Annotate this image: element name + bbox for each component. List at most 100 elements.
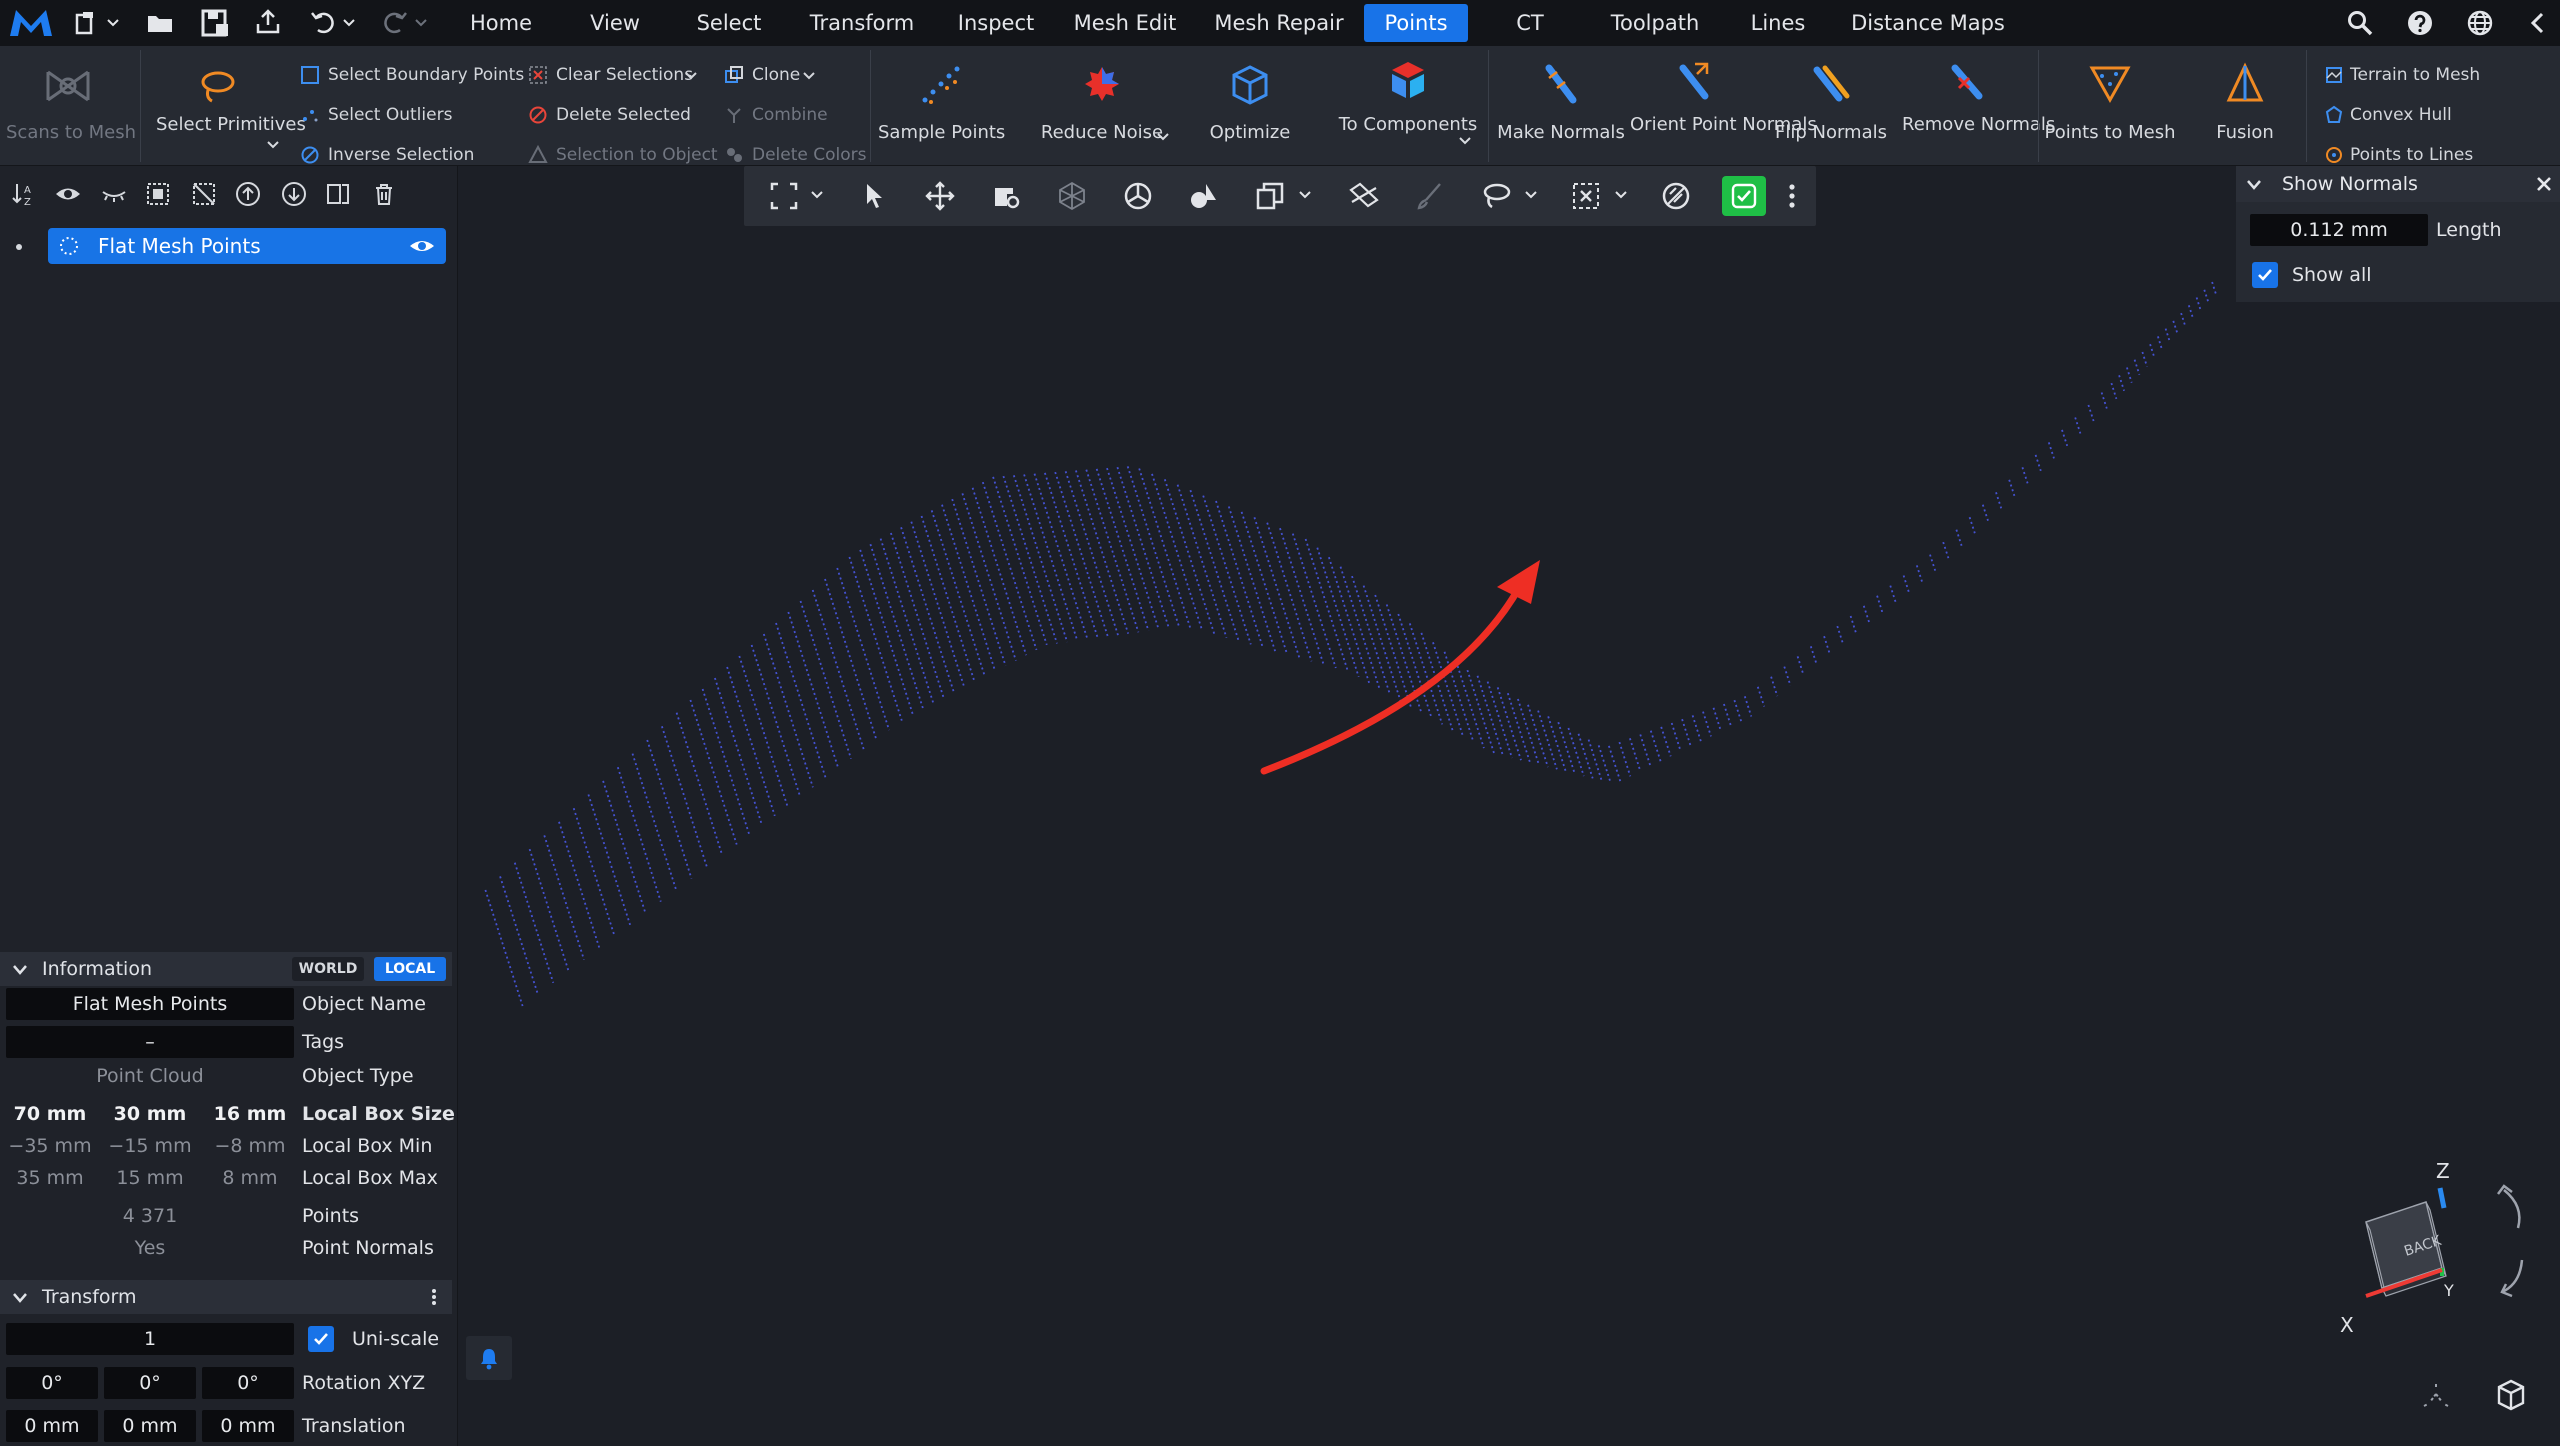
selection-to-object-button[interactable]: Selection to Object [528,142,718,168]
rotation-x-input[interactable]: 0° [6,1367,98,1399]
chevron-down-icon[interactable] [684,71,698,81]
object-name-field[interactable]: Flat Mesh Points [6,988,294,1020]
cursor-select-icon[interactable] [858,180,890,212]
trash-icon[interactable] [370,180,398,208]
box-deselect-icon[interactable] [1570,180,1602,212]
view-cube[interactable]: Z X Y BACK [2326,1150,2546,1340]
chevron-down-icon[interactable] [266,140,280,150]
primitives-shapes-icon[interactable] [1188,180,1220,212]
tab-transform[interactable]: Transform [800,4,924,42]
tab-view[interactable]: View [572,4,658,42]
scale-input[interactable]: 1 [6,1323,294,1355]
tab-lines[interactable]: Lines [1740,4,1816,42]
tags-field[interactable]: – [6,1026,294,1058]
rotation-y-input[interactable]: 0° [104,1367,196,1399]
chevron-down-icon[interactable] [1614,190,1628,200]
chevron-down-icon[interactable] [414,18,428,28]
delete-selected-button[interactable]: Delete Selected [528,102,691,128]
language-globe-icon[interactable] [2466,9,2494,37]
clone-button[interactable]: Clone [724,62,815,88]
help-icon[interactable] [2406,9,2434,37]
visibility-eye-icon[interactable] [408,235,436,257]
select-boundary-points-button[interactable]: Select Boundary Points [300,62,524,88]
tab-toolpath[interactable]: Toolpath [1596,4,1714,42]
inverse-selection-button[interactable]: Inverse Selection [300,142,474,168]
world-toggle[interactable]: WORLD [292,957,364,981]
clear-all-icon[interactable] [1660,180,1692,212]
move-up-icon[interactable] [234,180,262,208]
close-icon[interactable] [2536,176,2552,192]
optimize-button[interactable]: Optimize [1188,46,1312,162]
chevron-down-icon[interactable] [810,190,824,200]
to-components-button[interactable]: To Components [1336,46,1480,162]
show-normals-header[interactable]: Show Normals [2236,166,2560,202]
new-file-icon[interactable] [74,10,100,36]
flip-normals-button[interactable]: Flip Normals [1766,46,1896,162]
clear-selections-button[interactable]: Clear Selections [528,62,697,88]
save-icon[interactable] [200,8,230,38]
view-cube-settings-icon[interactable] [2494,1378,2528,1412]
collapse-chevron-left-icon[interactable] [2528,11,2548,35]
rotate-cw-icon[interactable] [2497,1184,2521,1229]
convex-hull-button[interactable]: Convex Hull [2324,102,2452,128]
chevron-down-icon[interactable] [1298,190,1312,200]
transform-section-header[interactable]: Transform [0,1280,452,1314]
normal-length-input[interactable]: 0.112 mm [2250,214,2428,246]
tab-mesh-edit[interactable]: Mesh Edit [1066,4,1184,42]
translation-y-input[interactable]: 0 mm [104,1410,196,1442]
information-section-header[interactable]: Information WORLD LOCAL [0,952,452,986]
perspective-toggle-icon[interactable] [2420,1380,2452,1412]
tab-ct[interactable]: CT [1500,4,1560,42]
split-icon[interactable] [324,180,352,208]
reduce-noise-button[interactable]: Reduce Noise [1032,46,1172,162]
rotation-z-input[interactable]: 0° [202,1367,294,1399]
chevron-down-icon[interactable] [342,18,356,28]
rotate-pivot-icon[interactable] [1122,180,1154,212]
rotate-ccw-icon[interactable] [2500,1259,2524,1298]
more-options-icon[interactable] [1786,182,1798,210]
orient-point-normals-button[interactable]: Orient Point Normals [1630,46,1817,162]
app-logo-icon[interactable] [8,6,54,40]
export-icon[interactable] [254,8,282,36]
chevron-down-icon[interactable] [1524,190,1538,200]
local-toggle[interactable]: LOCAL [374,957,446,981]
tab-home[interactable]: Home [458,4,544,42]
undo-icon[interactable] [310,8,336,36]
tab-distance-maps[interactable]: Distance Maps [1846,4,2010,42]
fit-view-icon[interactable] [768,180,800,212]
camera-gear-icon[interactable] [990,180,1022,212]
chevron-down-icon[interactable] [802,71,816,81]
brush-icon[interactable] [1414,180,1446,212]
clipping-plane-icon[interactable] [1254,180,1286,212]
terrain-to-mesh-button[interactable]: Terrain to Mesh [2324,62,2480,88]
open-folder-icon[interactable] [146,10,174,36]
select-primitives-button[interactable]: Select Primitives [156,46,306,162]
combine-button[interactable]: Combine [724,102,828,128]
fusion-button[interactable]: Fusion [2190,46,2300,162]
more-options-icon[interactable] [428,1287,440,1307]
select-outliers-button[interactable]: Select Outliers [300,102,452,128]
3d-viewport[interactable] [459,166,2560,1446]
scans-to-mesh-button[interactable]: Scans to Mesh [6,46,136,162]
tab-inspect[interactable]: Inspect [946,4,1046,42]
accept-changes-button[interactable] [1722,176,1766,216]
sample-points-button[interactable]: Sample Points [878,46,1005,162]
mesh-snap-icon[interactable] [1056,180,1088,212]
move-arrows-icon[interactable] [924,180,956,212]
tab-mesh-repair[interactable]: Mesh Repair [1208,4,1350,42]
translation-x-input[interactable]: 0 mm [6,1410,98,1442]
search-icon[interactable] [2346,9,2374,37]
tab-points[interactable]: Points [1364,4,1468,42]
chevron-down-icon[interactable] [1156,132,1170,142]
remove-normals-button[interactable]: Remove Normals [1902,46,2055,162]
tab-select[interactable]: Select [686,4,772,42]
scene-object-row[interactable]: Flat Mesh Points [48,228,446,264]
select-all-icon[interactable] [144,180,172,208]
show-eye-icon[interactable] [54,180,82,208]
notification-button[interactable] [466,1336,512,1380]
move-down-icon[interactable] [280,180,308,208]
hide-surfaces-icon[interactable] [1348,180,1380,212]
hide-eye-icon[interactable] [100,180,128,208]
chevron-down-icon[interactable] [106,18,120,28]
redo-icon[interactable] [382,8,408,36]
